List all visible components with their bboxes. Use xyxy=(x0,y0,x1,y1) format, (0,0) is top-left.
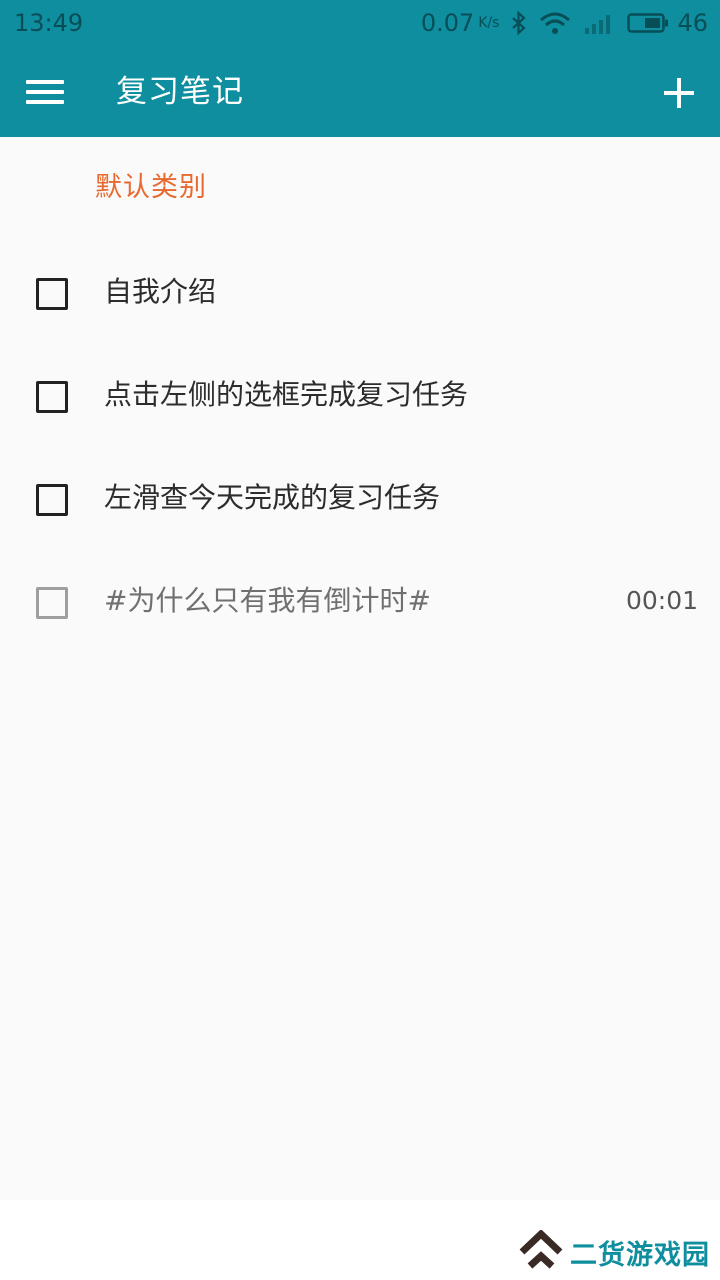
task-row[interactable]: 点击左侧的选框完成复习任务 xyxy=(0,345,720,448)
status-time: 13:49 xyxy=(14,9,84,37)
task-row[interactable]: 左滑查今天完成的复习任务 xyxy=(0,448,720,551)
task-checkbox[interactable] xyxy=(36,381,68,413)
watermark-text: 二货游戏园 xyxy=(570,1239,710,1271)
task-label: 左滑查今天完成的复习任务 xyxy=(104,481,441,514)
status-indicators: 0.07 K/s 46 xyxy=(421,8,708,38)
battery-icon xyxy=(627,11,669,35)
signal-icon xyxy=(583,11,615,35)
watermark: 二货游戏园 xyxy=(518,1229,710,1274)
add-button[interactable] xyxy=(664,78,694,108)
task-label: 自我介绍 xyxy=(104,275,217,308)
hamburger-menu-icon[interactable] xyxy=(26,80,64,104)
wifi-icon xyxy=(539,11,571,35)
task-checkbox[interactable] xyxy=(36,278,68,310)
task-label: #为什么只有我有倒计时# xyxy=(104,584,431,617)
app-bar: 复习笔记 xyxy=(0,46,720,137)
network-speed: 0.07 xyxy=(420,9,475,37)
task-row[interactable]: #为什么只有我有倒计时# 00:01 xyxy=(0,551,720,654)
page-title: 复习笔记 xyxy=(116,74,244,110)
battery-level: 46 xyxy=(677,9,708,37)
status-bar: 13:49 0.07 K/s 46 xyxy=(0,0,720,46)
task-label: 点击左侧的选框完成复习任务 xyxy=(104,378,469,411)
bottom-area: 二货游戏园 xyxy=(0,1200,720,1280)
task-countdown: 00:01 xyxy=(625,586,698,615)
task-row[interactable]: 自我介绍 xyxy=(0,242,720,345)
network-speed-unit: K/s xyxy=(478,15,500,31)
watermark-logo-icon xyxy=(518,1229,564,1274)
task-checkbox[interactable] xyxy=(36,484,68,516)
task-checkbox[interactable] xyxy=(36,587,68,619)
category-header[interactable]: 默认类别 xyxy=(95,168,207,208)
bluetooth-icon xyxy=(511,11,527,35)
